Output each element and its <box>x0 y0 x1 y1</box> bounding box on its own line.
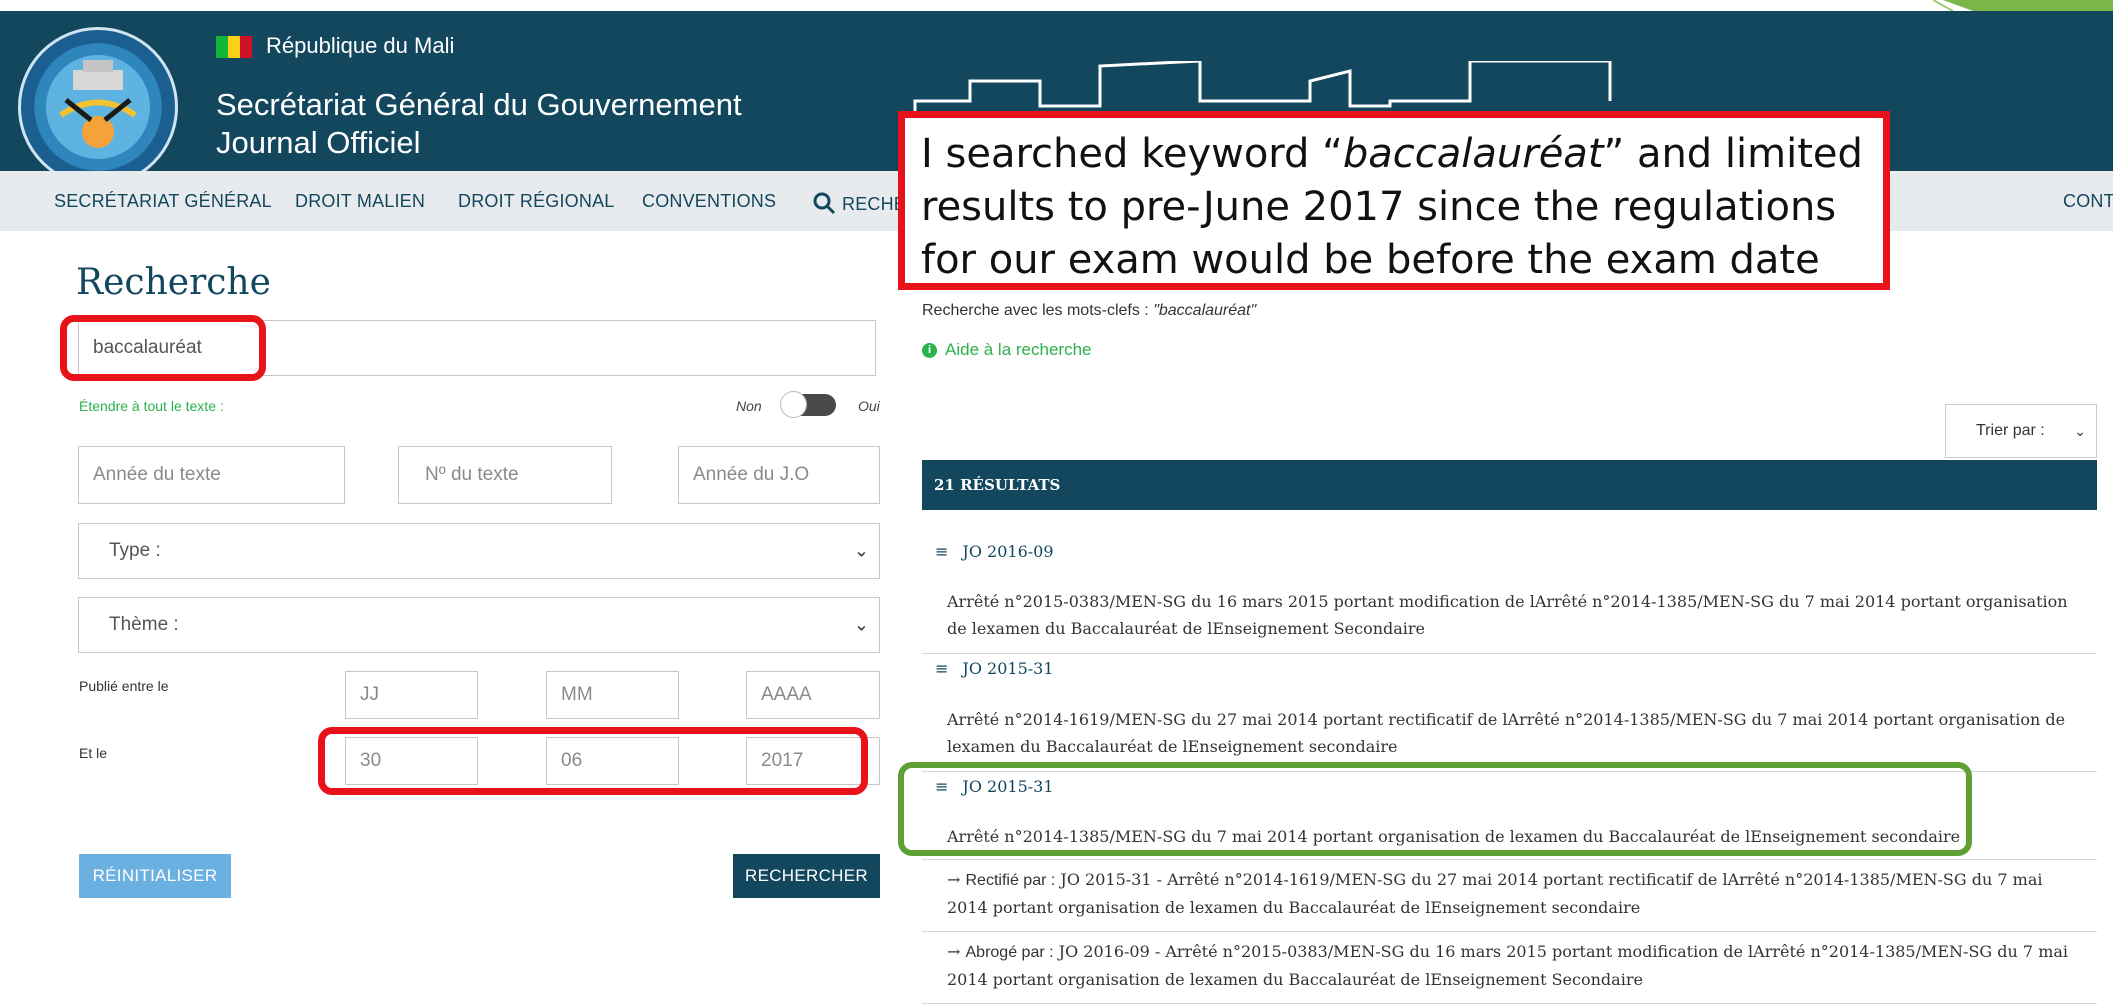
search-help-label: Aide à la recherche <box>945 340 1092 359</box>
year-jo-placeholder: Année du J.O <box>693 464 810 485</box>
toggle-knob <box>780 391 807 418</box>
result-divider <box>922 859 2097 860</box>
relation-rectified[interactable]: → Rectifié par : JO 2015-31 - Arrêté n°2… <box>947 866 2087 921</box>
end-date-label: Et le <box>79 745 108 761</box>
arrow-right-icon: → <box>947 942 961 961</box>
search-help-link[interactable]: i Aide à la recherche <box>922 340 1091 360</box>
query-summary-value: "baccalauréat" <box>1153 302 1257 319</box>
nav-droit-regional[interactable]: DROIT RÉGIONAL <box>458 191 615 212</box>
query-summary: Recherche avec les mots-clefs : "baccala… <box>922 302 1256 320</box>
search-button[interactable]: RECHERCHER <box>733 854 880 898</box>
result-divider <box>922 653 2097 654</box>
type-select[interactable]: Type : ⌄ <box>78 523 880 579</box>
results-count: 21 RÉSULTATS <box>934 476 1061 494</box>
arrow-right-icon: → <box>947 870 961 889</box>
start-year-input[interactable]: AAAA <box>746 671 880 719</box>
reset-button[interactable]: RÉINITIALISER <box>79 854 231 898</box>
mali-flag-icon <box>216 36 252 58</box>
result-title-link[interactable]: Arrêté n°2014-1619/MEN-SG du 27 mai 2014… <box>947 706 2087 760</box>
relevant-result-highlight-box <box>898 762 1972 856</box>
date-highlight-box <box>318 727 868 795</box>
callout-keyword: baccalauréat <box>1342 131 1604 177</box>
list-icon: ≡ <box>935 542 949 561</box>
text-number-input[interactable]: Nº du texte <box>398 446 612 504</box>
country-name: République du Mali <box>266 33 455 58</box>
slide-corner-decoration <box>1933 0 2113 11</box>
relation-label: Rectifié par : <box>965 872 1056 889</box>
search-icon <box>813 192 836 215</box>
year-text-placeholder: Année du texte <box>93 464 221 485</box>
year-text-input[interactable]: Année du texte <box>78 446 345 504</box>
nav-droit-malien[interactable]: DROIT MALIEN <box>295 191 425 212</box>
annotation-callout: I searched keyword “baccalauréat” and li… <box>898 111 1890 290</box>
relation-text: JO 2016-09 - Arrêté n°2015-0383/MEN-SG d… <box>947 942 2069 989</box>
relation-abrogated[interactable]: → Abrogé par : JO 2016-09 - Arrêté n°201… <box>947 938 2087 993</box>
extend-text-toggle[interactable] <box>780 391 836 418</box>
extend-label: Étendre à tout le texte : <box>79 398 224 414</box>
nav-contact[interactable]: CONT <box>2063 191 2113 212</box>
page-title: Recherche <box>76 262 271 303</box>
start-day-input[interactable]: JJ <box>345 671 478 719</box>
result-jo-label: JO 2016-09 <box>962 542 1054 561</box>
chevron-down-icon: ⌄ <box>853 540 869 561</box>
org-name: Secrétariat Général du Gouvernement <box>216 87 742 122</box>
text-number-placeholder: Nº du texte <box>425 464 519 485</box>
nav-secretariat[interactable]: SECRÉTARIAT GÉNÉRAL <box>54 191 272 212</box>
start-day-placeholder: JJ <box>360 684 379 705</box>
nav-recherche-label: RECHE <box>842 194 907 214</box>
result-divider <box>922 1003 2097 1004</box>
toggle-off-label: Non <box>736 398 762 414</box>
list-icon: ≡ <box>935 659 949 678</box>
result-title-link[interactable]: Arrêté n°2015-0383/MEN-SG du 16 mars 201… <box>947 588 2087 642</box>
keyword-highlight-box <box>60 315 266 381</box>
toggle-on-label: Oui <box>858 398 880 414</box>
relation-label: Abrogé par : <box>965 944 1054 961</box>
theme-select-label: Thème : <box>109 614 179 635</box>
result-jo-link[interactable]: ≡ JO 2015-31 <box>935 659 1054 678</box>
sort-select[interactable]: Trier par : ⌄ <box>1945 404 2097 458</box>
chevron-down-icon: ⌄ <box>853 614 869 635</box>
callout-text-start: I searched keyword “ <box>921 131 1343 177</box>
chevron-down-icon: ⌄ <box>2074 422 2086 439</box>
relation-text: JO 2015-31 - Arrêté n°2014-1619/MEN-SG d… <box>947 870 2043 917</box>
nav-conventions[interactable]: CONVENTIONS <box>642 191 776 212</box>
result-jo-link[interactable]: ≡ JO 2016-09 <box>935 542 1054 561</box>
start-month-placeholder: MM <box>561 684 593 705</box>
result-jo-label: JO 2015-31 <box>962 659 1054 678</box>
sort-select-label: Trier par : <box>1976 422 2045 439</box>
year-jo-input[interactable]: Année du J.O <box>678 446 880 504</box>
start-month-input[interactable]: MM <box>546 671 679 719</box>
published-between-label: Publié entre le <box>79 678 169 694</box>
result-divider <box>922 931 2097 932</box>
mali-seal-logo <box>18 27 178 187</box>
info-icon: i <box>922 343 937 359</box>
nav-recherche[interactable]: RECHE <box>812 191 906 215</box>
query-summary-label: Recherche avec les mots-clefs : <box>922 302 1149 319</box>
journal-name: Journal Officiel <box>216 125 421 160</box>
type-select-label: Type : <box>109 540 161 561</box>
top-strip <box>0 0 2113 11</box>
theme-select[interactable]: Thème : ⌄ <box>78 597 880 653</box>
results-count-bar: 21 RÉSULTATS <box>922 460 2097 510</box>
start-year-placeholder: AAAA <box>761 684 812 705</box>
